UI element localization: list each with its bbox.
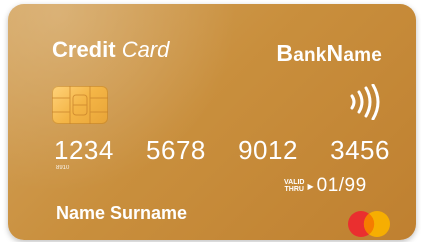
card-number-group-2: 5678 (146, 135, 206, 165)
expiry-date: 01/99 (316, 175, 367, 196)
bank-name-ame: ame (343, 45, 382, 66)
stage: Credit Card BankName 1234 5678 9012 3456… (0, 0, 421, 242)
card-title: Credit Card (52, 38, 169, 62)
valid-thru: VALID THRU ▶ 01/99 (284, 175, 367, 197)
card-number-subtext: 8910 (56, 165, 70, 171)
card-network-logo (344, 210, 394, 238)
valid-thru-arrow-icon: ▶ (307, 181, 314, 191)
contactless-icon (344, 83, 384, 121)
cardholder-name: Name Surname (56, 203, 188, 223)
bank-name-b: B (276, 40, 294, 66)
card-title-bold: Credit (52, 37, 116, 62)
card-number-group-1: 1234 (54, 135, 114, 165)
emv-chip-icon (52, 86, 108, 124)
card-number-group-3: 9012 (238, 135, 298, 165)
valid-thru-label: VALID THRU (284, 179, 304, 193)
bank-name-ank: ank (293, 45, 327, 66)
card-title-italic: Card (121, 37, 170, 62)
card-number: 1234 5678 9012 3456 (54, 136, 390, 164)
valid-thru-line-2: THRU (284, 186, 304, 193)
credit-card: Credit Card BankName 1234 5678 9012 3456… (8, 4, 416, 240)
bank-name-n: N (326, 40, 344, 66)
bank-name: BankName (276, 40, 382, 67)
card-number-group-4: 3456 (330, 135, 390, 165)
valid-thru-line-1: VALID (284, 179, 305, 186)
